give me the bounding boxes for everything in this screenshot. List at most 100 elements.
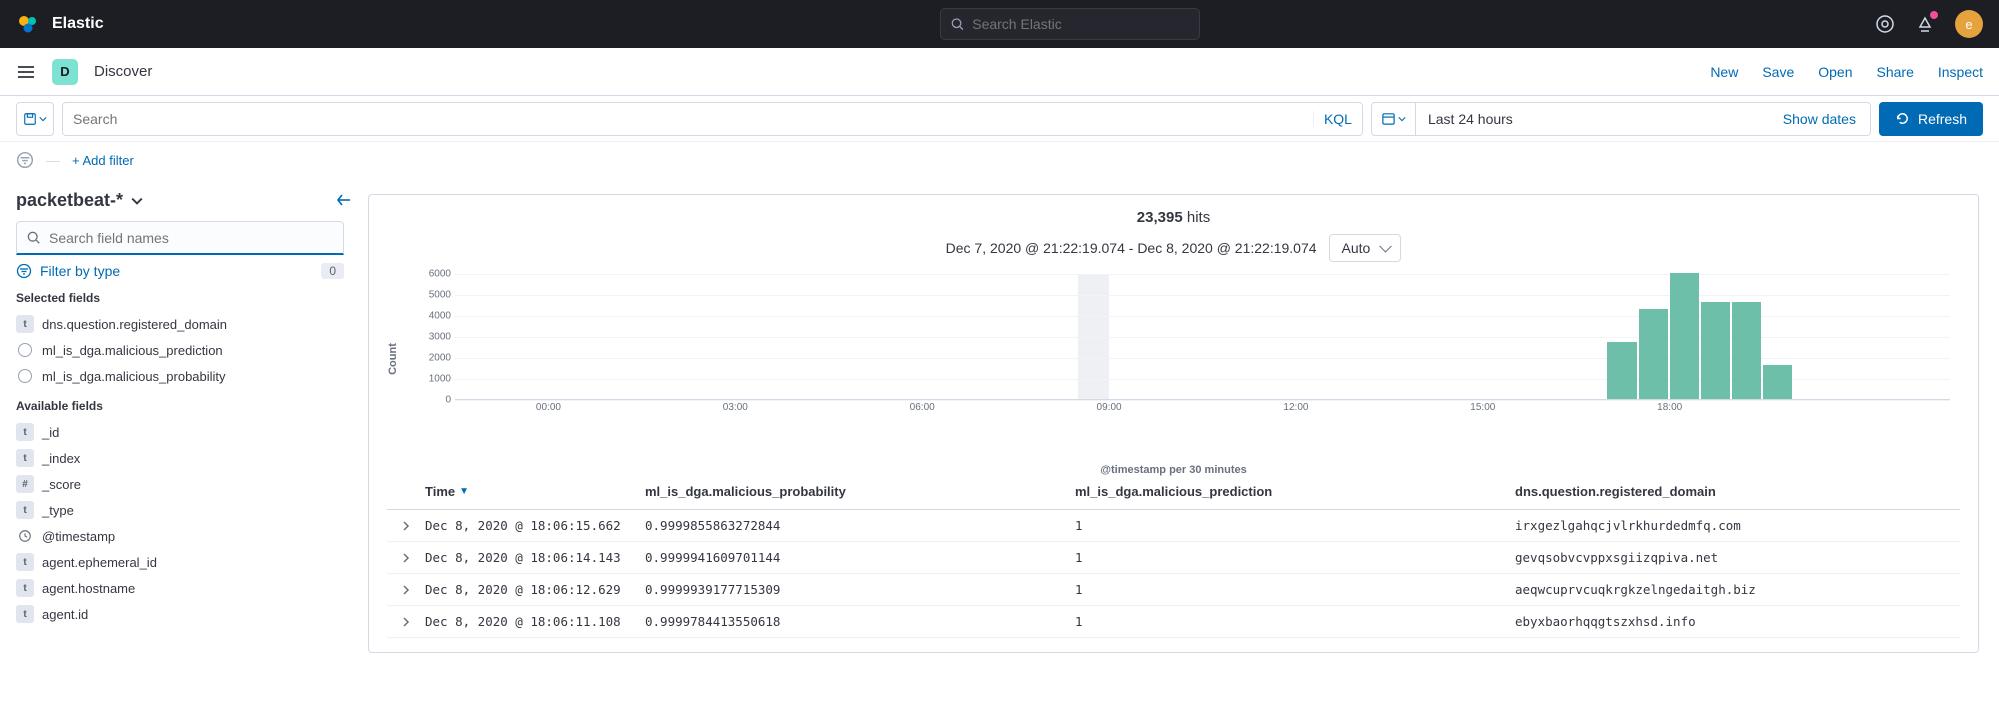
date-quick-select[interactable] xyxy=(1372,103,1416,135)
query-bar: KQL Last 24 hours Show dates Refresh xyxy=(0,96,1999,142)
global-search[interactable] xyxy=(940,8,1200,40)
field-name: _score xyxy=(42,477,81,492)
nav-new[interactable]: New xyxy=(1710,64,1738,80)
user-avatar[interactable]: e xyxy=(1955,10,1983,38)
refresh-button[interactable]: Refresh xyxy=(1879,102,1983,136)
histogram-bar[interactable] xyxy=(1763,365,1792,399)
menu-icon[interactable] xyxy=(16,62,36,82)
nav-open[interactable]: Open xyxy=(1818,64,1852,80)
refresh-label: Refresh xyxy=(1918,111,1967,127)
field-item[interactable]: t agent.hostname xyxy=(16,575,344,601)
fields-sidebar: packetbeat-* Filter by type 0 Selected f… xyxy=(0,178,360,703)
nav-share[interactable]: Share xyxy=(1877,64,1914,80)
field-item[interactable]: tagent.id xyxy=(16,601,344,627)
chevron-down-icon xyxy=(131,195,143,207)
expand-row-icon[interactable] xyxy=(387,521,425,531)
nav-save[interactable]: Save xyxy=(1762,64,1794,80)
global-search-input[interactable] xyxy=(972,16,1188,32)
cell-time: Dec 8, 2020 @ 18:06:15.662 xyxy=(425,518,645,533)
expand-row-icon[interactable] xyxy=(387,585,425,595)
newsfeed-icon[interactable] xyxy=(1875,14,1895,34)
cell-probability: 0.9999939177715309 xyxy=(645,582,1075,597)
field-name: dns.question.registered_domain xyxy=(42,317,227,332)
field-search-input[interactable] xyxy=(49,230,333,246)
field-item[interactable]: t_id xyxy=(16,419,344,445)
date-range-text[interactable]: Last 24 hours xyxy=(1416,111,1783,127)
hits-count: 23,395 xyxy=(1137,209,1183,226)
table-header: Time ▼ ml_is_dga.malicious_probability m… xyxy=(387,476,1960,510)
search-icon xyxy=(951,17,965,32)
field-type-unknown-icon xyxy=(16,367,34,385)
field-name: ml_is_dga.malicious_prediction xyxy=(42,343,223,358)
histogram-bar[interactable] xyxy=(1607,342,1636,399)
expand-row-icon[interactable] xyxy=(387,553,425,563)
field-item[interactable]: ml_is_dga.malicious_probability xyxy=(16,363,344,389)
table-row[interactable]: Dec 8, 2020 @ 18:06:12.629 0.99999391777… xyxy=(387,574,1960,606)
cell-domain: irxgezlgahqcjvlrkhurdedmfq.com xyxy=(1515,518,1960,533)
col-time[interactable]: Time ▼ xyxy=(425,484,645,499)
field-name: agent.hostname xyxy=(42,581,135,596)
cell-domain: ebyxbaorhqqgtszxhsd.info xyxy=(1515,614,1960,629)
filter-icon[interactable] xyxy=(16,151,34,169)
show-dates-link[interactable]: Show dates xyxy=(1783,111,1870,127)
histogram-bar[interactable] xyxy=(1670,273,1699,399)
available-fields-title: Available fields xyxy=(16,399,344,413)
filter-bar: — + Add filter xyxy=(0,142,1999,178)
table-row[interactable]: Dec 8, 2020 @ 18:06:14.143 0.99999416097… xyxy=(387,542,1960,574)
top-nav-links: New Save Open Share Inspect xyxy=(1710,64,1983,80)
expand-row-icon[interactable] xyxy=(387,617,425,627)
query-input[interactable] xyxy=(73,111,1313,127)
field-item[interactable]: tagent.ephemeral_id xyxy=(16,549,344,575)
main-area: packetbeat-* Filter by type 0 Selected f… xyxy=(0,178,1999,703)
col-prediction[interactable]: ml_is_dga.malicious_prediction xyxy=(1075,484,1515,499)
field-type-unknown-icon xyxy=(16,341,34,359)
field-name: _index xyxy=(42,451,80,466)
table-row[interactable]: Dec 8, 2020 @ 18:06:11.108 0.99997844135… xyxy=(387,606,1960,638)
filter-by-type-row: Filter by type 0 xyxy=(16,263,344,279)
add-filter-button[interactable]: + Add filter xyxy=(72,153,134,168)
field-item[interactable]: t_type xyxy=(16,497,344,523)
space-selector[interactable]: D xyxy=(52,59,78,85)
nav-inspect[interactable]: Inspect xyxy=(1938,64,1983,80)
chevron-down-icon xyxy=(1398,115,1406,123)
cell-prediction: 1 xyxy=(1075,582,1515,597)
cell-probability: 0.9999855863272844 xyxy=(645,518,1075,533)
field-search[interactable] xyxy=(16,221,344,255)
histogram-bar[interactable] xyxy=(1732,302,1761,399)
integrations-icon[interactable] xyxy=(1915,14,1935,34)
query-input-container[interactable]: KQL xyxy=(62,102,1363,136)
time-range-text: Dec 7, 2020 @ 21:22:19.074 - Dec 8, 2020… xyxy=(946,240,1317,256)
cell-prediction: 1 xyxy=(1075,614,1515,629)
table-row[interactable]: Dec 8, 2020 @ 18:06:15.662 0.99998558632… xyxy=(387,510,1960,542)
global-header: Elastic e xyxy=(0,0,1999,48)
saved-queries-button[interactable] xyxy=(16,102,54,136)
field-type-text-icon: t xyxy=(16,315,34,333)
field-item[interactable]: ml_is_dga.malicious_prediction xyxy=(16,337,344,363)
documents-table: Time ▼ ml_is_dga.malicious_probability m… xyxy=(387,476,1960,638)
field-item[interactable]: #_score xyxy=(16,471,344,497)
field-item[interactable]: t dns.question.registered_domain xyxy=(16,311,344,337)
col-domain[interactable]: dns.question.registered_domain xyxy=(1515,484,1960,499)
field-name: ml_is_dga.malicious_probability xyxy=(42,369,226,384)
query-language-toggle[interactable]: KQL xyxy=(1313,111,1352,127)
histogram-bar[interactable] xyxy=(1701,302,1730,399)
histogram-bar[interactable] xyxy=(1639,309,1668,399)
field-type-text-icon: t xyxy=(16,605,34,623)
index-pattern-selector[interactable]: packetbeat-* xyxy=(16,190,344,211)
field-type-text-icon: t xyxy=(16,501,34,519)
y-axis-label: Count xyxy=(387,343,399,375)
field-type-text-icon: t xyxy=(16,449,34,467)
chevron-down-icon xyxy=(39,115,47,123)
field-item[interactable]: t _index xyxy=(16,445,344,471)
brand-cluster[interactable]: Elastic xyxy=(16,12,104,36)
filter-by-type-button[interactable]: Filter by type xyxy=(16,263,120,279)
app-bar: D Discover New Save Open Share Inspect xyxy=(0,48,1999,96)
field-type-text-icon: t xyxy=(16,579,34,597)
histogram-chart[interactable]: Count 0100020003000400050006000 00:0003:… xyxy=(387,274,1960,444)
cell-domain: gevqsobvcvppxsgiizqpiva.net xyxy=(1515,550,1960,565)
field-item[interactable]: @timestamp xyxy=(16,523,344,549)
interval-select[interactable]: Auto xyxy=(1329,234,1402,262)
hits-summary: 23,395 hits xyxy=(387,209,1960,226)
collapse-sidebar-icon[interactable] xyxy=(336,192,352,208)
col-probability[interactable]: ml_is_dga.malicious_probability xyxy=(645,484,1075,499)
